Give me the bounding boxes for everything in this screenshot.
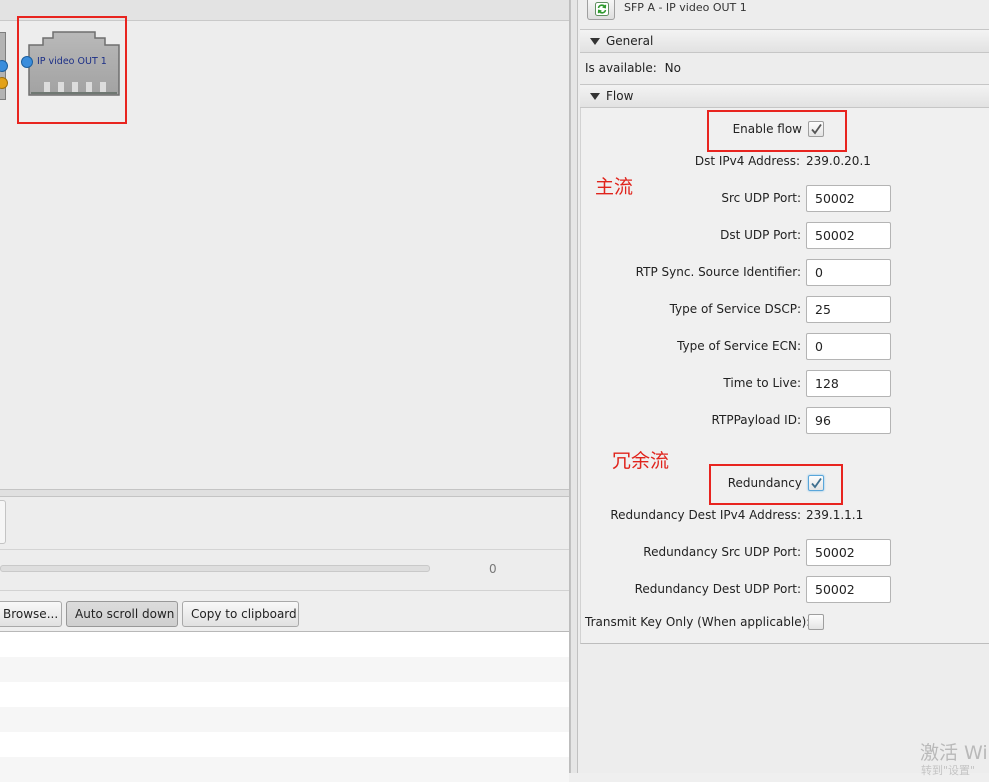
rtp-payload-input[interactable] [806,407,891,434]
ttl-input[interactable] [806,370,891,397]
collapse-triangle-icon [590,38,600,45]
refresh-icon [595,2,609,16]
log-row[interactable] [0,707,569,732]
redundancy-dst-udp-input[interactable] [806,576,891,603]
collapse-triangle-icon [590,93,600,100]
section-general-header[interactable]: General [580,29,989,53]
vertical-splitter[interactable] [570,0,578,773]
is-available-label: Is available: [585,61,657,75]
src-udp-port-label: Src UDP Port: [721,191,801,205]
log-row[interactable] [0,732,569,757]
redundancy-dst-udp-label: Redundancy Dest UDP Port: [634,582,801,596]
highlight-box-node [17,16,127,124]
log-row[interactable] [0,632,569,657]
dst-ipv4-label: Dst IPv4 Address: [694,154,800,168]
section-flow-header[interactable]: Flow [580,84,989,108]
rtp-ssrc-label: RTP Sync. Source Identifier: [635,265,801,279]
transmit-key-only-checkbox[interactable] [808,614,824,630]
log-row[interactable] [0,657,569,682]
highlight-box-enable-flow [707,110,847,152]
progress-value: 0 [489,562,497,576]
tos-dscp-input[interactable] [806,296,891,323]
ttl-label: Time to Live: [723,376,801,390]
activation-watermark: 激活 Wi [920,742,988,764]
tos-ecn-label: Type of Service ECN: [677,339,801,353]
transmit-key-only-label: Transmit Key Only (When applicable): [585,615,811,629]
progress-bar [0,565,430,572]
rtp-payload-label: RTPPayload ID: [711,413,801,427]
redundancy-dst-ipv4-label: Redundancy Dest IPv4 Address: [610,508,801,522]
is-available-value: No [664,61,681,75]
tos-dscp-label: Type of Service DSCP: [669,302,801,316]
highlight-box-redundancy [709,464,843,505]
dst-udp-port-input[interactable] [806,222,891,249]
tos-ecn-input[interactable] [806,333,891,360]
dst-udp-port-label: Dst UDP Port: [720,228,801,242]
redundancy-dst-ipv4-value: 239.1.1.1 [806,508,864,522]
toolbar-button[interactable] [0,500,6,544]
dst-ipv4-value: 239.0.20.1 [806,154,871,168]
auto-scroll-down-button[interactable]: Auto scroll down [66,601,178,627]
section-flow-title: Flow [606,89,634,103]
src-udp-port-input[interactable] [806,185,891,212]
redundancy-src-udp-input[interactable] [806,539,891,566]
rtp-ssrc-input[interactable] [806,259,891,286]
activation-watermark-subtext: 转到"设置" [921,764,976,777]
is-available-row: Is available: No [585,61,681,75]
annotation-redundant-stream: 冗余流 [612,450,670,472]
log-list[interactable] [0,631,569,782]
section-general-title: General [606,34,654,48]
redundancy-src-udp-label: Redundancy Src UDP Port: [643,545,801,559]
annotation-main-stream: 主流 [595,176,634,198]
toolbar-panel [0,497,570,550]
log-row[interactable] [0,757,569,782]
copy-to-clipboard-button[interactable]: Copy to clipboard [182,601,299,627]
horizontal-splitter[interactable] [0,489,570,497]
log-row[interactable] [0,682,569,707]
properties-title: SFP A - IP video OUT 1 [624,1,747,14]
browse-button[interactable]: Browse... [0,601,62,627]
